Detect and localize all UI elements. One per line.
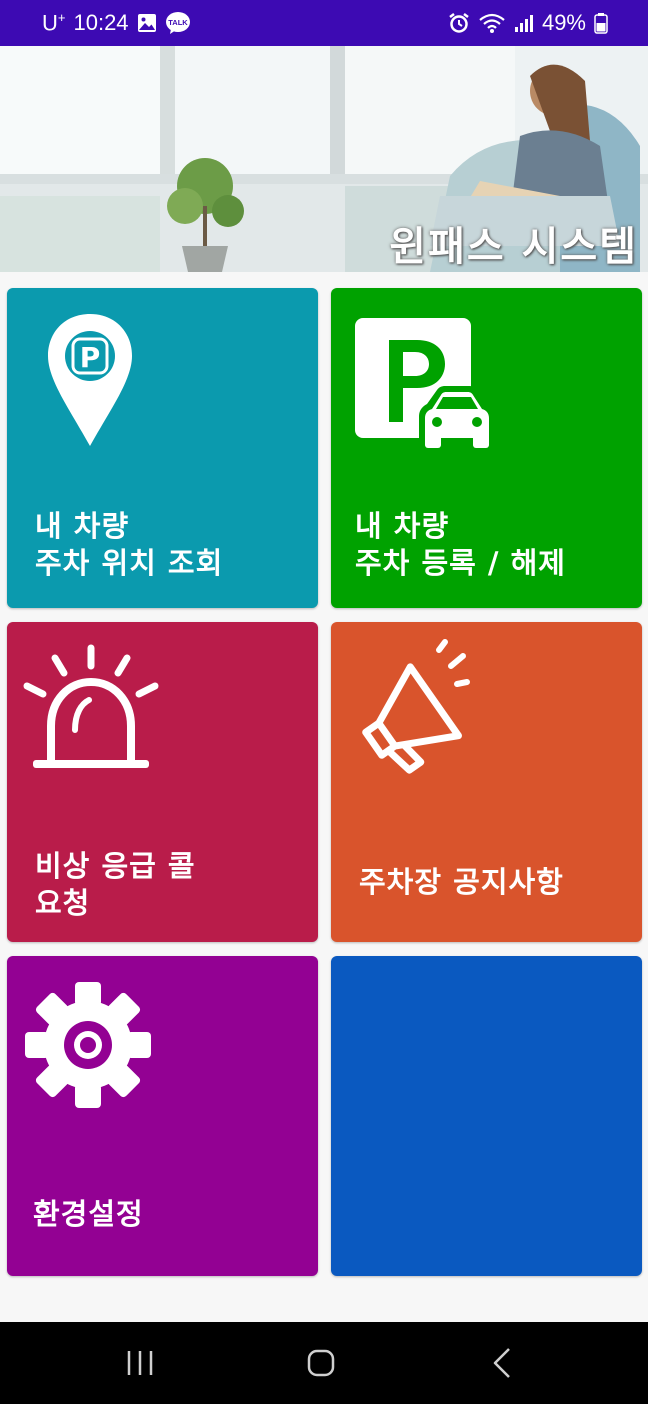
tile-parking-location[interactable]: P 내 차량 주차 위치 조회 xyxy=(7,288,318,608)
tile-parking-register[interactable]: 내 차량 주차 등록 / 해제 xyxy=(331,288,642,608)
parking-location-pin-icon: P xyxy=(48,314,132,446)
kakaotalk-icon: TALK xyxy=(165,12,190,34)
gear-icon xyxy=(25,982,151,1108)
tile-settings[interactable]: 환경설정 xyxy=(7,956,318,1276)
battery-percent: 49% xyxy=(541,10,586,35)
svg-text:TALK: TALK xyxy=(168,18,188,27)
tile-empty[interactable] xyxy=(331,956,642,1276)
tile-label: 내 차량 주차 위치 조회 xyxy=(35,509,224,580)
battery-icon xyxy=(594,13,608,34)
tile-label: 환경설정 xyxy=(33,1197,144,1231)
clock: 10:24 xyxy=(73,10,129,35)
home-icon[interactable] xyxy=(301,1343,341,1383)
tile-emergency-call[interactable]: 비상 응급 콜 요청 xyxy=(7,622,318,942)
svg-text:P: P xyxy=(80,341,101,374)
carrier-label: U+ xyxy=(42,9,66,36)
megaphone-icon xyxy=(362,639,470,774)
signal-icon xyxy=(514,15,533,32)
recent-apps-icon[interactable] xyxy=(120,1343,160,1383)
wifi-icon xyxy=(479,13,505,33)
tile-parking-notice[interactable]: 주차장 공지사항 xyxy=(331,622,642,942)
navigation-bar xyxy=(0,1322,648,1404)
status-bar: U+ 10:24 TALK 49% xyxy=(0,0,648,46)
hero-title: 윈패스 시스템 xyxy=(389,224,638,270)
parking-car-icon xyxy=(355,318,493,448)
tile-label: 주차장 공지사항 xyxy=(359,865,564,899)
emergency-siren-icon xyxy=(23,644,159,768)
hero-banner: 윈패스 시스템 xyxy=(0,46,648,272)
alarm-icon xyxy=(449,13,469,33)
tile-label: 내 차량 주차 등록 / 해제 xyxy=(355,509,566,580)
back-icon[interactable] xyxy=(483,1343,523,1383)
gallery-icon xyxy=(137,14,156,32)
tile-label: 비상 응급 콜 요청 xyxy=(35,849,196,920)
